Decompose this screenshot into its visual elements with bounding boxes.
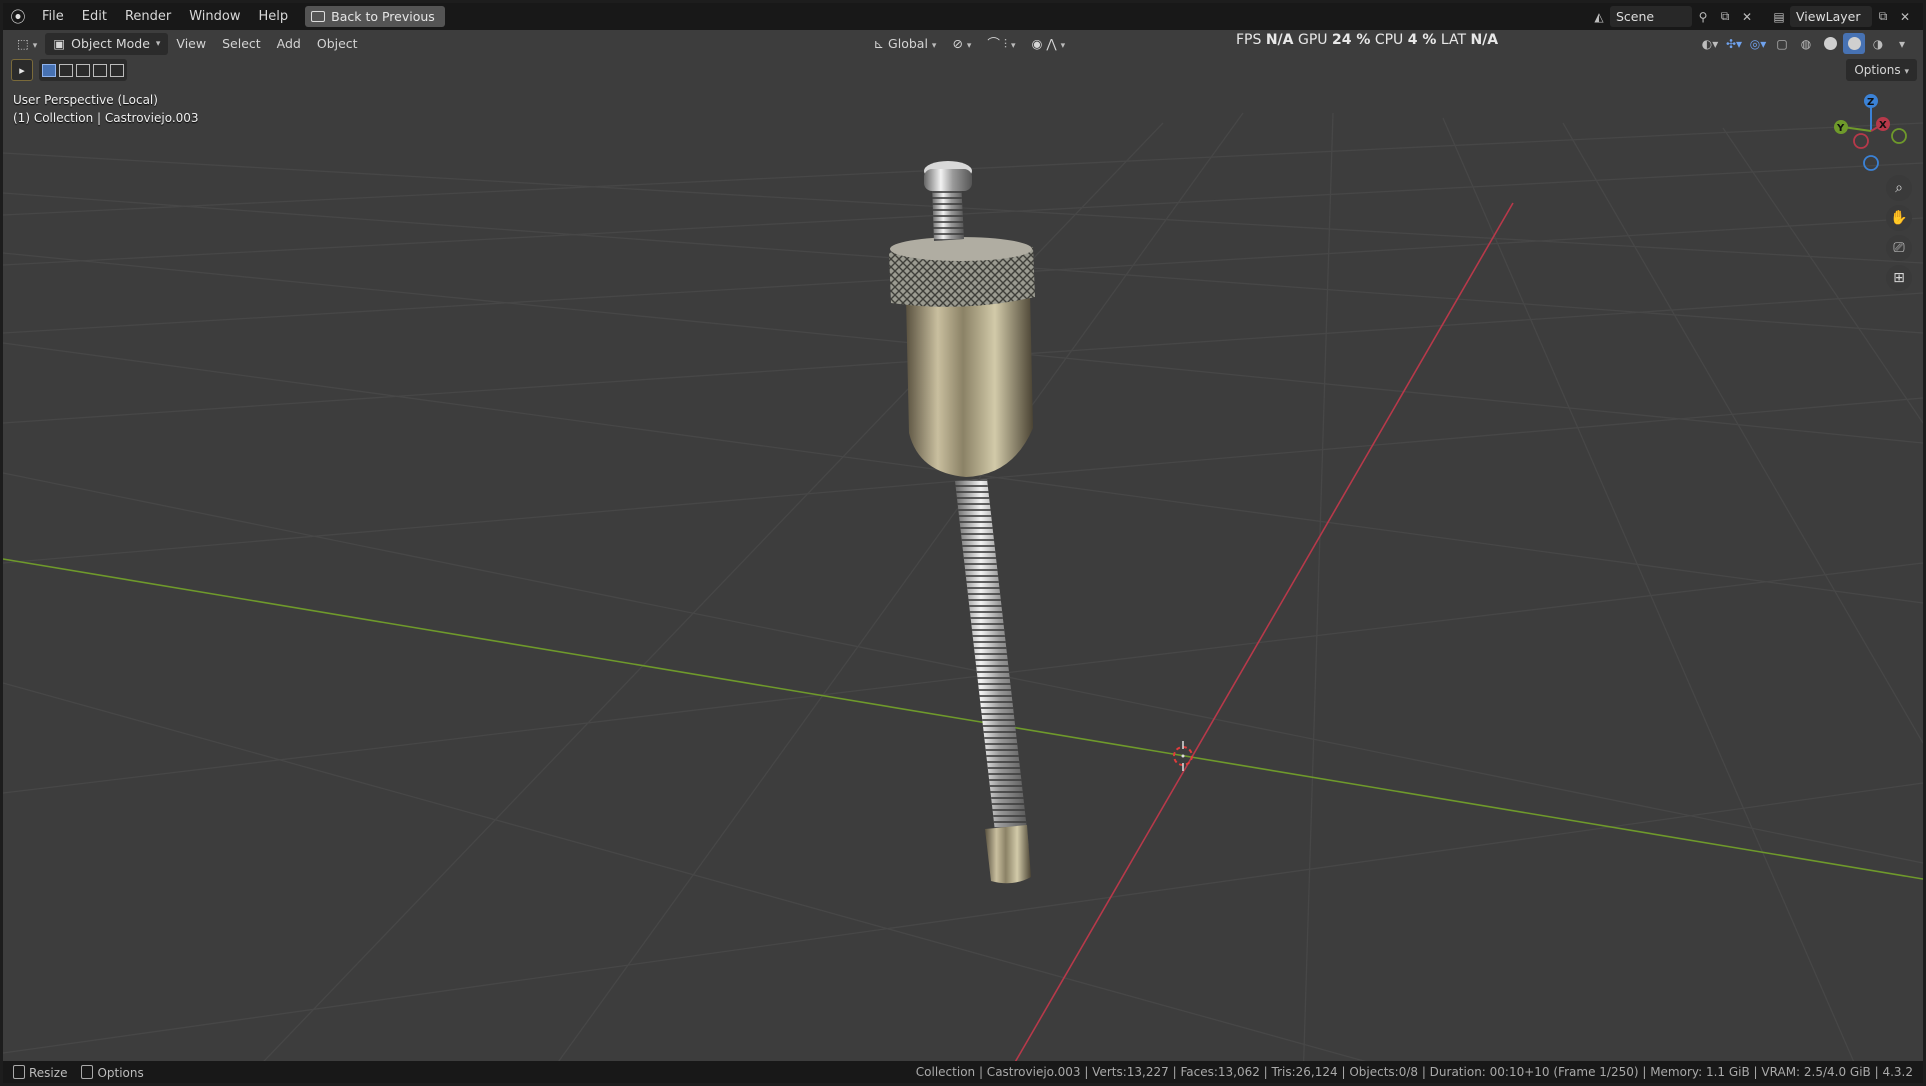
object-mode-icon: ▣ xyxy=(53,36,66,51)
back-to-previous-button[interactable]: Back to Previous xyxy=(305,6,445,27)
tool-row: ▸ xyxy=(11,58,127,82)
select-invert-icon[interactable] xyxy=(93,63,107,77)
pan-hand-icon[interactable]: ✋ xyxy=(1886,205,1912,231)
back-to-previous-label: Back to Previous xyxy=(331,9,435,24)
pin-icon[interactable]: ⚲ xyxy=(1692,6,1714,27)
camera-view-icon[interactable]: ⎚ xyxy=(1886,235,1912,261)
zoom-icon[interactable]: ⌕ xyxy=(1886,175,1912,201)
fps-label: FPS xyxy=(1236,32,1262,48)
viewport-3d[interactable]: Z X Y xyxy=(3,3,1923,1083)
blender-window: Z X Y ⦿ File Edit Render Window Help Bac… xyxy=(3,3,1923,1083)
snap-icon[interactable]: ⌒ ⫶ ▾ xyxy=(979,33,1023,55)
material-shading-icon[interactable] xyxy=(1843,33,1865,54)
view-layer-field[interactable]: ViewLayer xyxy=(1790,6,1872,27)
cpu-value: 4 % xyxy=(1407,32,1437,48)
performance-stats: FPS N/A GPU 24 % CPU 4 % LAT N/A xyxy=(1236,30,1498,50)
status-resize-label: Resize xyxy=(29,1065,68,1080)
view-layer-icon[interactable]: ▤ xyxy=(1768,6,1790,27)
select-new-icon[interactable] xyxy=(42,63,56,77)
new-view-layer-icon[interactable]: ⧉ xyxy=(1872,6,1894,27)
chevron-down-icon: ▾ xyxy=(155,39,161,49)
menu-help[interactable]: Help xyxy=(250,3,298,30)
menu-file[interactable]: File xyxy=(33,3,73,30)
blender-logo-icon[interactable]: ⦿ xyxy=(3,3,33,30)
top-menu-bar: ⦿ File Edit Render Window Help Back to P… xyxy=(3,3,1923,30)
scene-statistics: Collection | Castroviejo.003 | Verts:13,… xyxy=(915,1065,1913,1079)
lat-label: LAT xyxy=(1440,32,1467,48)
scene-selector-group: ◭ Scene ⚲ ⧉ ✕ ▤ ViewLayer ⧉ ✕ xyxy=(1588,6,1916,27)
gizmo-y-label: Y xyxy=(1836,123,1845,134)
orientation-icon: ⊾ xyxy=(873,36,885,51)
scene-icon[interactable]: ◭ xyxy=(1588,6,1610,27)
shading-options-chevron-icon[interactable]: ▾ xyxy=(1891,33,1913,54)
menu-select[interactable]: Select xyxy=(214,33,269,55)
menu-render[interactable]: Render xyxy=(116,3,180,30)
selection-mode-buttons[interactable] xyxy=(39,59,127,81)
xray-toggle-icon[interactable]: ▢ xyxy=(1771,33,1793,54)
select-intersect-icon[interactable] xyxy=(110,63,124,77)
remove-view-layer-icon[interactable]: ✕ xyxy=(1894,6,1916,27)
rendered-shading-icon[interactable]: ◑ xyxy=(1867,33,1889,54)
status-bar-keymap: Resize Options xyxy=(3,1064,144,1080)
solid-shading-icon[interactable] xyxy=(1819,33,1841,54)
chevron-down-icon: ▾ xyxy=(931,41,937,51)
transform-orientation-dropdown[interactable]: ⊾ Global ▾ xyxy=(866,33,945,55)
viewport-info-overlay: User Perspective (Local) (1) Collection … xyxy=(13,91,199,127)
cpu-label: CPU xyxy=(1374,32,1404,48)
scene-field[interactable]: Scene xyxy=(1610,6,1692,27)
status-bar: Resize Options Collection | Castroviejo.… xyxy=(3,1061,1923,1083)
wireframe-shading-icon[interactable]: ◍ xyxy=(1795,33,1817,54)
mouse-icon xyxy=(13,1064,25,1079)
gizmo-x-label: X xyxy=(1879,120,1887,131)
overlay-toggle-icon[interactable]: ◎▾ xyxy=(1747,33,1769,54)
status-resize: Resize xyxy=(13,1064,68,1080)
viewport-header: ⬚ ▾ ▣ Object Mode ▾ View Select Add Obje… xyxy=(3,30,1923,58)
mouse-icon xyxy=(81,1064,94,1079)
options-label: Options xyxy=(1854,63,1901,77)
gpu-label: GPU xyxy=(1297,32,1328,48)
menu-object[interactable]: Object xyxy=(309,33,366,55)
status-options: Options xyxy=(81,1064,144,1080)
view-name-text: User Perspective (Local) xyxy=(13,93,158,107)
fps-value: N/A xyxy=(1265,32,1294,48)
menu-edit[interactable]: Edit xyxy=(73,3,116,30)
pivot-point-icon[interactable]: ⊘ ▾ xyxy=(944,33,979,55)
lat-value: N/A xyxy=(1470,32,1499,48)
select-tool-icon[interactable]: ▸ xyxy=(11,59,33,81)
mode-label: Object Mode xyxy=(71,36,150,51)
select-extend-icon[interactable] xyxy=(59,63,73,77)
gpu-value: 24 % xyxy=(1331,32,1371,48)
collection-text: (1) Collection | Castroviejo.003 xyxy=(13,111,199,125)
status-options-label: Options xyxy=(97,1065,144,1080)
mode-dropdown[interactable]: ▣ Object Mode ▾ xyxy=(45,33,169,55)
select-subtract-icon[interactable] xyxy=(76,63,90,77)
menu-view[interactable]: View xyxy=(168,33,214,55)
new-scene-icon[interactable]: ⧉ xyxy=(1714,6,1736,27)
menu-window[interactable]: Window xyxy=(180,3,249,30)
chevron-down-icon: ▾ xyxy=(1904,67,1909,77)
gizmo-z-label: Z xyxy=(1867,97,1874,108)
proportional-editing-icon[interactable]: ◉ ⋀ ▾ xyxy=(1024,33,1074,55)
orientation-label: Global xyxy=(888,36,928,51)
remove-scene-icon[interactable]: ✕ xyxy=(1736,6,1758,27)
visibility-icon[interactable]: ◐▾ xyxy=(1699,33,1721,54)
menu-add[interactable]: Add xyxy=(269,33,309,55)
viewport-shading-group: ◐▾ ✣▾ ◎▾ ▢ ◍ ◑ ▾ xyxy=(1699,33,1913,54)
screen-icon xyxy=(311,11,326,22)
gizmo-toggle-icon[interactable]: ✣▾ xyxy=(1723,33,1745,54)
editor-type-icon[interactable]: ⬚ ▾ xyxy=(9,33,45,55)
perspective-toggle-icon[interactable]: ⊞ xyxy=(1886,265,1912,291)
options-dropdown[interactable]: Options ▾ xyxy=(1846,59,1917,81)
